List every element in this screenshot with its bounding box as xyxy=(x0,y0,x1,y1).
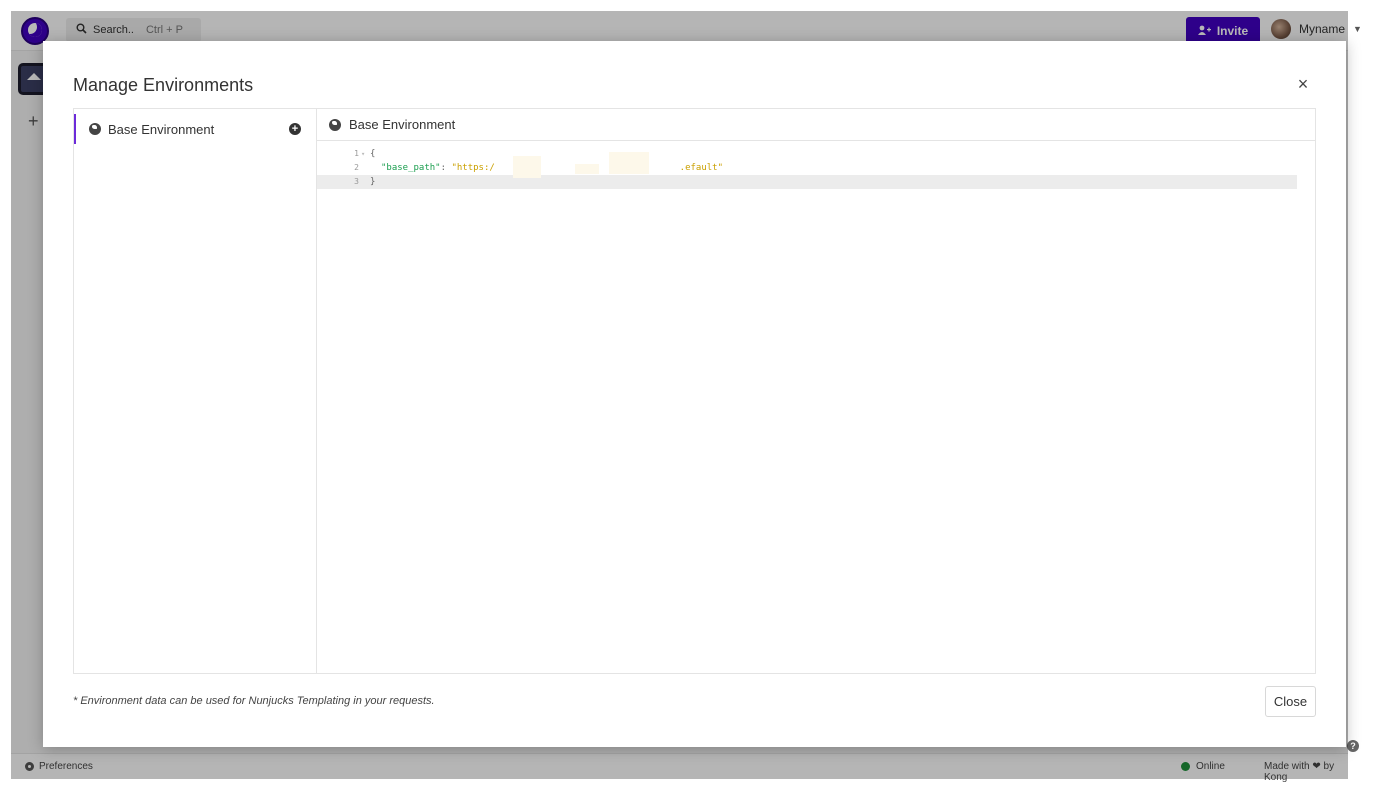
close-button[interactable]: Close xyxy=(1265,686,1316,717)
modal-title: Manage Environments xyxy=(73,75,254,95)
code-line-active: 3 } xyxy=(317,175,1297,189)
code-line: 1 ▾ { xyxy=(317,147,1297,161)
line-number: 2 xyxy=(354,163,359,172)
line-number: 3 xyxy=(354,177,359,186)
editor-header: Base Environment xyxy=(317,109,1315,141)
json-editor[interactable]: 1 ▾ { 2 "base_path": "https:/1..efault" … xyxy=(317,142,1315,673)
chevron-down-icon: ▼ xyxy=(1353,24,1362,34)
help-icon[interactable]: ? xyxy=(1347,740,1359,752)
json-value-end: .efault" xyxy=(679,163,724,173)
editor-title: Base Environment xyxy=(349,117,456,132)
environment-list: Base Environment + xyxy=(74,109,317,673)
add-environment-icon[interactable]: + xyxy=(289,123,301,135)
json-separator: : xyxy=(440,163,452,173)
redaction-mask xyxy=(575,164,599,174)
close-icon[interactable]: × xyxy=(1293,74,1313,95)
environment-item-base[interactable]: Base Environment xyxy=(74,114,317,144)
globe-icon xyxy=(329,118,341,131)
code-text: "base_path": "https:/1..efault" xyxy=(381,161,723,175)
redaction-mask xyxy=(513,156,541,178)
environment-item-label: Base Environment xyxy=(108,121,215,137)
code-text: { xyxy=(370,149,376,159)
code-text: } xyxy=(370,177,376,187)
manage-environments-modal: Manage Environments × Base Environment +… xyxy=(43,41,1346,747)
redaction-mask xyxy=(609,152,649,174)
fold-arrow-icon[interactable]: ▾ xyxy=(361,147,365,161)
code-line: 2 "base_path": "https:/1..efault" xyxy=(317,161,1297,175)
json-key: "base_path" xyxy=(381,163,441,173)
line-number: 1 xyxy=(354,149,359,158)
json-value-start: "https:/ xyxy=(451,163,495,173)
environment-panel: Base Environment + Base Environment 1 ▾ … xyxy=(73,108,1316,674)
globe-icon xyxy=(89,123,101,135)
footer-note: * Environment data can be used for Nunju… xyxy=(73,695,435,707)
